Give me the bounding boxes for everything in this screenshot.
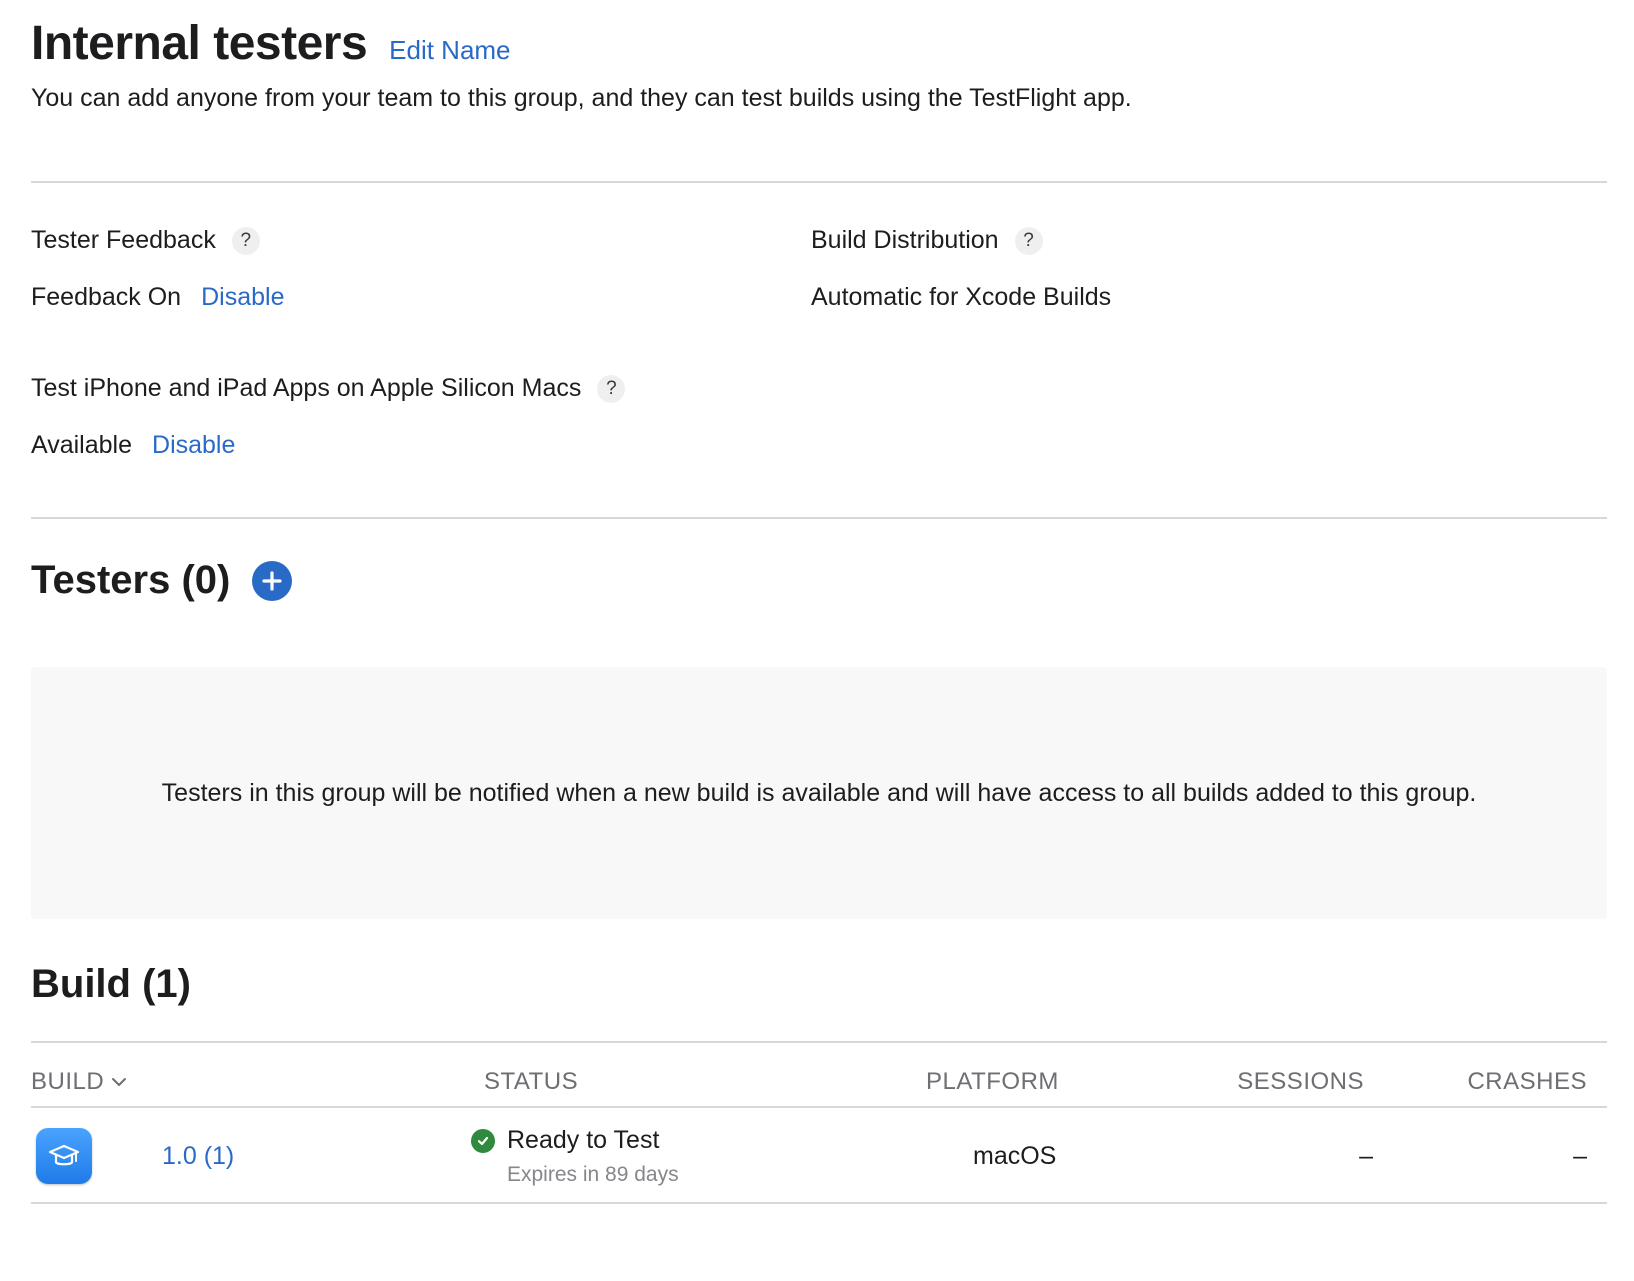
divider xyxy=(31,517,1607,519)
build-distribution-setting: Build Distribution ? Automatic for Xcode… xyxy=(811,226,1111,312)
divider xyxy=(31,181,1607,183)
title-row: Internal testers Edit Name xyxy=(31,16,511,71)
page-title: Internal testers xyxy=(31,17,368,70)
build-platform: macOS xyxy=(973,1142,1057,1170)
testers-section-header: Testers (0) xyxy=(31,558,293,603)
apple-silicon-label: Test iPhone and iPad Apps on Apple Silic… xyxy=(31,374,582,402)
testers-title: Testers (0) xyxy=(31,558,231,602)
build-status: Ready to Test Expires in 89 days xyxy=(471,1126,679,1187)
tester-feedback-label: Tester Feedback xyxy=(31,226,216,254)
status-expiry: Expires in 89 days xyxy=(507,1163,679,1186)
plus-circle-icon[interactable] xyxy=(252,560,293,601)
build-section-header: Build (1) xyxy=(31,962,191,1007)
testers-empty-state: Testers in this group will be notified w… xyxy=(31,667,1607,919)
edit-name-link[interactable]: Edit Name xyxy=(389,35,510,66)
apple-silicon-setting: Test iPhone and iPad Apps on Apple Silic… xyxy=(31,374,626,460)
table-top-divider xyxy=(31,1041,1607,1043)
build-distribution-value: Automatic for Xcode Builds xyxy=(811,283,1112,311)
column-header-sessions: SESSIONS xyxy=(1237,1068,1364,1095)
builds-table-header: BUILD STATUS PLATFORM SESSIONS CRASHES xyxy=(31,1058,1607,1108)
help-icon[interactable]: ? xyxy=(597,374,626,403)
build-distribution-label: Build Distribution xyxy=(811,226,999,254)
column-header-status: STATUS xyxy=(484,1068,579,1095)
tester-feedback-value: Feedback On xyxy=(31,283,182,311)
column-header-crashes: CRASHES xyxy=(1467,1068,1587,1095)
checkmark-circle-icon xyxy=(471,1128,495,1153)
help-icon[interactable]: ? xyxy=(1014,226,1043,255)
build-crashes: – xyxy=(1573,1142,1587,1170)
help-icon[interactable]: ? xyxy=(231,226,260,255)
disable-apple-silicon-link[interactable]: Disable xyxy=(152,431,235,460)
table-bottom-divider xyxy=(31,1202,1607,1204)
column-header-build[interactable]: BUILD xyxy=(31,1068,128,1096)
build-version-link[interactable]: 1.0 (1) xyxy=(162,1142,234,1171)
build-title: Build (1) xyxy=(31,962,191,1006)
apple-silicon-value: Available xyxy=(31,431,133,459)
graduation-cap-icon xyxy=(36,1128,92,1184)
table-row[interactable]: 1.0 (1) Ready to Test Expires in 89 days… xyxy=(31,1106,1607,1202)
build-sessions: – xyxy=(1359,1142,1373,1170)
status-label: Ready to Test xyxy=(507,1126,660,1154)
testers-empty-message: Testers in this group will be notified w… xyxy=(161,778,1477,807)
chevron-down-icon xyxy=(112,1078,127,1086)
column-header-platform: PLATFORM xyxy=(926,1068,1059,1095)
page-subtitle: You can add anyone from your team to thi… xyxy=(31,84,1132,112)
disable-feedback-link[interactable]: Disable xyxy=(201,283,284,312)
tester-feedback-setting: Tester Feedback ? Feedback On Disable xyxy=(31,226,284,312)
